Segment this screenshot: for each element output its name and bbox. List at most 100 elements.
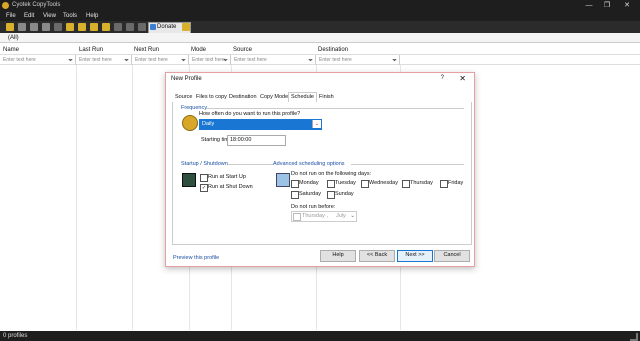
monday-label[interactable]: Monday xyxy=(299,180,319,186)
before-date-picker[interactable]: Thursday , July ⌄ xyxy=(291,211,357,222)
sunday-checkbox[interactable] xyxy=(327,191,335,199)
run-at-startup-label[interactable]: Run at Start Up xyxy=(208,174,246,180)
run-at-shutdown-checkbox[interactable]: ✓ xyxy=(200,184,208,192)
minimize-button[interactable]: — xyxy=(582,1,596,10)
wednesday-label[interactable]: Wednesday xyxy=(369,180,398,186)
donate-label: Donate xyxy=(157,24,177,30)
monday-checkbox[interactable] xyxy=(291,180,299,188)
group-divider xyxy=(228,164,273,165)
tuesday-label[interactable]: Tuesday xyxy=(335,180,356,186)
before-label: Do not run before: xyxy=(291,204,336,210)
startup-group-title: Startup / Shutdown xyxy=(181,161,228,167)
back-button[interactable]: << Back xyxy=(359,250,395,262)
tab-copy-mode[interactable]: Copy Mode xyxy=(258,93,290,102)
maximize-button[interactable]: ❐ xyxy=(600,1,614,10)
filter-source-input[interactable]: Enter text here ⏷ xyxy=(231,55,316,65)
before-month: July xyxy=(336,213,346,219)
menu-tools[interactable]: Tools xyxy=(63,13,77,19)
copy-icon[interactable] xyxy=(42,23,50,31)
run-all-icon[interactable] xyxy=(78,23,86,31)
placeholder-text: Enter text here xyxy=(192,57,225,63)
filter-mode-input[interactable]: Enter text here ⏷ xyxy=(189,55,231,65)
filter-all-label[interactable]: (All) xyxy=(8,35,19,41)
toolbar: Donate xyxy=(0,21,640,34)
paste-icon[interactable] xyxy=(54,23,62,31)
resize-grip-icon[interactable] xyxy=(630,333,638,341)
dialog-help-icon[interactable]: ? xyxy=(441,75,444,81)
group-filter-bar: (All) xyxy=(0,33,640,43)
donate-icon xyxy=(150,24,156,30)
wednesday-checkbox[interactable] xyxy=(361,180,369,188)
tab-source[interactable]: Source xyxy=(173,93,194,102)
starting-time-input[interactable]: 18:00:00 xyxy=(227,135,286,146)
title-bar: Cyotek CopyTools — ❐ ✕ xyxy=(0,0,640,11)
run-at-shutdown-label[interactable]: Run at Shut Down xyxy=(208,184,253,190)
funnel-icon[interactable]: ⏷ xyxy=(392,56,397,66)
frequency-question: How often do you want to run this profil… xyxy=(199,111,301,117)
chevron-down-icon[interactable]: ⌄ xyxy=(350,212,355,220)
dialog-title: New Profile xyxy=(171,76,202,82)
refresh-icon[interactable] xyxy=(138,23,146,31)
monitor-icon xyxy=(182,173,196,187)
thursday-label[interactable]: Thursday xyxy=(410,180,433,186)
column-source[interactable]: Source xyxy=(233,47,252,53)
funnel-icon[interactable]: ⏷ xyxy=(308,56,313,66)
filter-name-input[interactable]: Enter text here ⏷ xyxy=(0,55,76,65)
menu-view[interactable]: View xyxy=(43,13,56,19)
dialog-close-icon[interactable]: ✕ xyxy=(459,74,466,83)
profile-count: 0 profiles xyxy=(3,333,28,339)
redo-icon[interactable] xyxy=(126,23,134,31)
folder-icon[interactable] xyxy=(90,23,98,31)
grid-filter-row: Enter text here ⏷ Enter text here ⏷ Enter … xyxy=(0,55,640,65)
column-destination[interactable]: Destination xyxy=(318,47,348,53)
tuesday-checkbox[interactable] xyxy=(327,180,335,188)
sunday-label[interactable]: Sunday xyxy=(335,191,354,197)
saturday-label[interactable]: Saturday xyxy=(299,191,321,197)
run-icon[interactable] xyxy=(66,23,74,31)
funnel-icon[interactable]: ⏷ xyxy=(181,56,186,66)
thursday-checkbox[interactable] xyxy=(402,180,410,188)
open-icon[interactable] xyxy=(102,23,110,31)
before-weekday: Thursday , xyxy=(302,213,328,219)
run-at-startup-checkbox[interactable] xyxy=(200,174,208,182)
placeholder-text: Enter text here xyxy=(79,57,112,63)
menu-help[interactable]: Help xyxy=(86,13,98,19)
friday-checkbox[interactable] xyxy=(440,180,448,188)
funnel-icon[interactable]: ⏷ xyxy=(223,56,228,66)
window-title: Cyotek CopyTools xyxy=(12,2,61,8)
filter-destination-input[interactable]: Enter text here ⏷ xyxy=(316,55,400,65)
column-name[interactable]: Name xyxy=(3,47,19,53)
funnel-icon[interactable]: ⏷ xyxy=(68,56,73,66)
before-date-checkbox[interactable] xyxy=(293,213,301,221)
chevron-down-icon[interactable]: ⌄ xyxy=(312,120,321,128)
frequency-clock-icon xyxy=(182,115,198,131)
friday-label[interactable]: Friday xyxy=(448,180,463,186)
close-button[interactable]: ✕ xyxy=(620,1,634,10)
column-last-run[interactable]: Last Run xyxy=(79,47,103,53)
cancel-button[interactable]: Cancel xyxy=(434,250,470,262)
frequency-select[interactable]: Daily ⌄ xyxy=(199,119,322,130)
calendar-icon xyxy=(276,173,290,187)
funnel-icon[interactable]: ⏷ xyxy=(124,56,129,66)
help-button[interactable]: Help xyxy=(320,250,356,262)
edit-icon[interactable] xyxy=(18,23,26,31)
options-icon[interactable] xyxy=(182,23,190,31)
next-button[interactable]: Next >> xyxy=(397,250,433,262)
column-mode[interactable]: Mode xyxy=(191,47,206,53)
new-profile-icon[interactable] xyxy=(6,23,14,31)
filter-next-run-input[interactable]: Enter text here ⏷ xyxy=(132,55,189,65)
menu-file[interactable]: File xyxy=(6,13,16,19)
tab-finish[interactable]: Finish xyxy=(317,93,336,102)
undo-icon[interactable] xyxy=(114,23,122,31)
tab-files-to-copy[interactable]: Files to copy xyxy=(194,93,229,102)
saturday-checkbox[interactable] xyxy=(291,191,299,199)
filter-last-run-input[interactable]: Enter text here ⏷ xyxy=(76,55,132,65)
column-next-run[interactable]: Next Run xyxy=(134,47,159,53)
preview-profile-link[interactable]: Preview this profile xyxy=(173,255,219,261)
column-divider xyxy=(132,65,133,330)
tab-destination[interactable]: Destination xyxy=(227,93,259,102)
menu-edit[interactable]: Edit xyxy=(24,13,34,19)
placeholder-text: Enter text here xyxy=(319,57,352,63)
grid-header: Name Last Run Next Run Mode Source Desti… xyxy=(0,45,640,55)
delete-icon[interactable] xyxy=(30,23,38,31)
